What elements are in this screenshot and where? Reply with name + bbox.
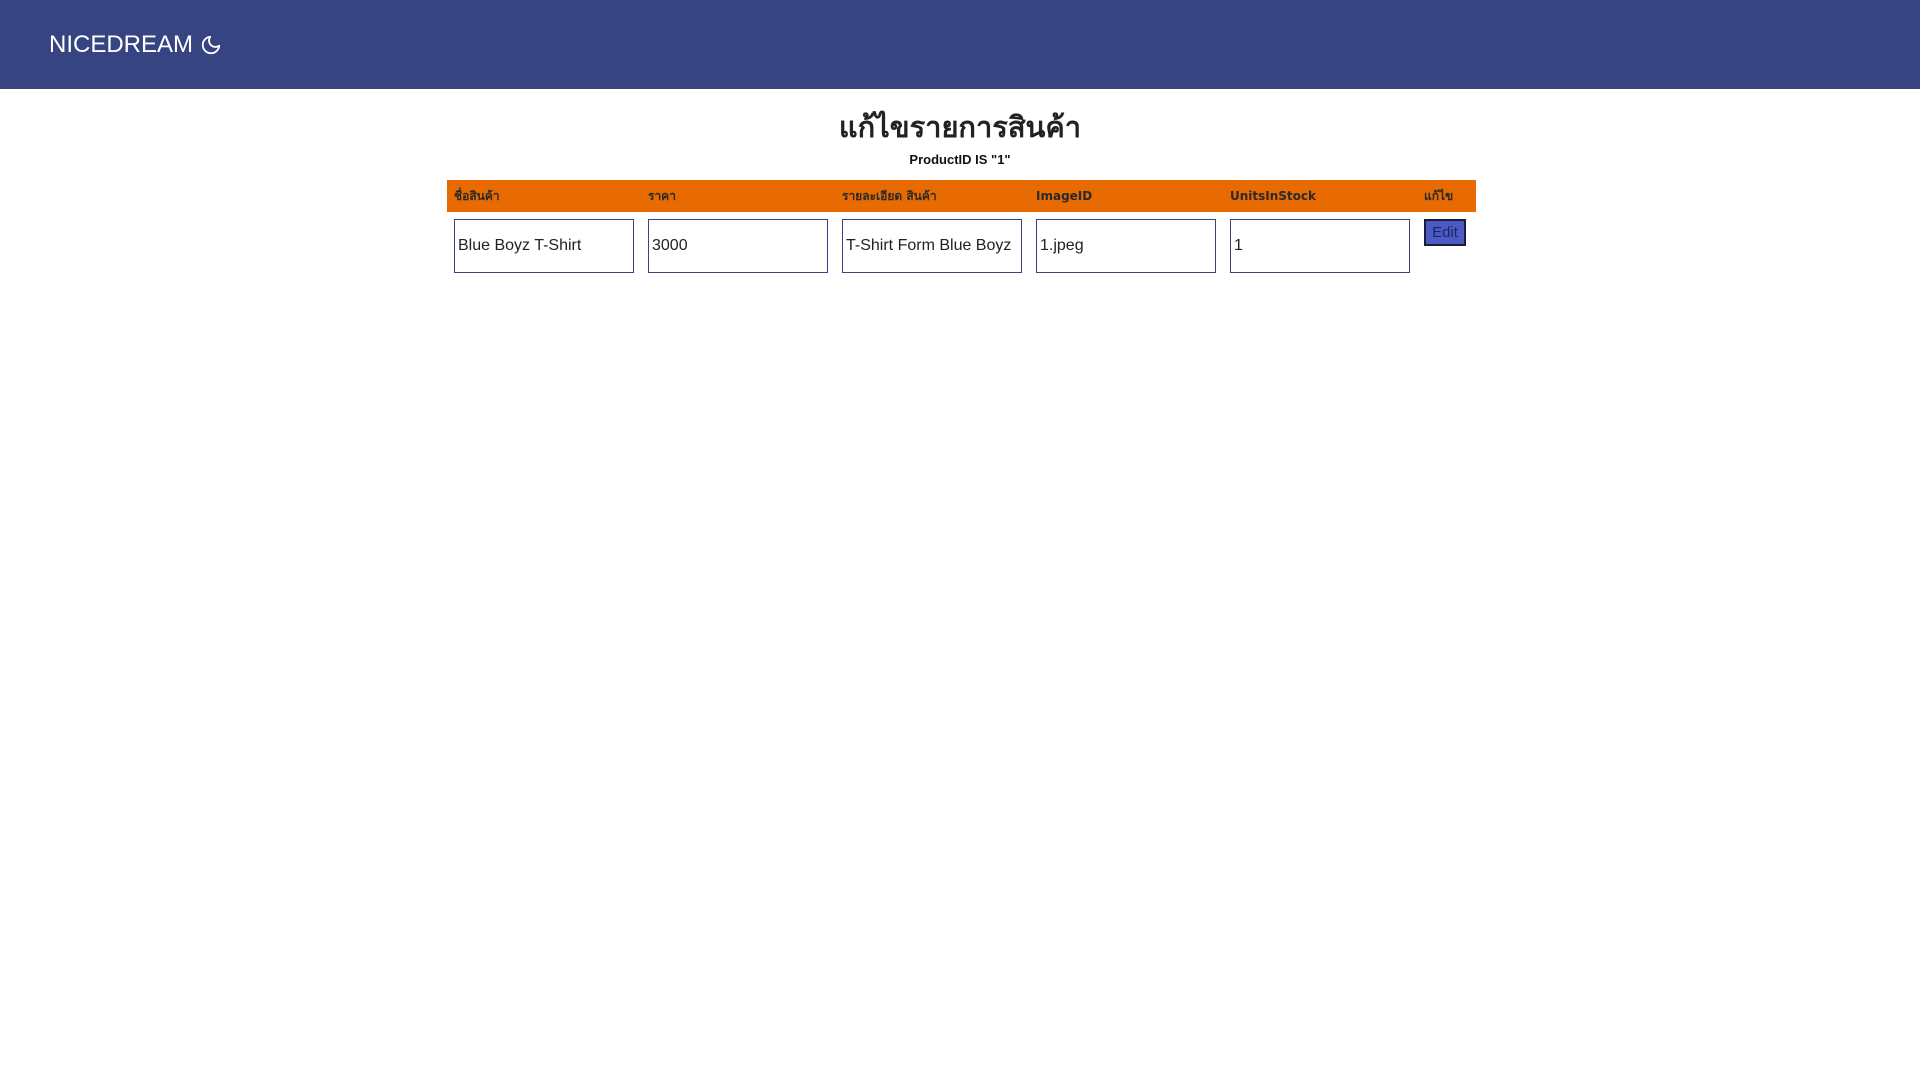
price-input[interactable]: [648, 219, 828, 273]
header-edit: แก้ไข: [1417, 180, 1476, 212]
table-header-row: ชื่อสินค้า ราคา รายละเอียด สินค้า ImageI…: [447, 180, 1476, 212]
header-price: ราคา: [641, 180, 835, 212]
description-input[interactable]: [842, 219, 1022, 273]
header-description: รายละเอียด สินค้า: [835, 180, 1029, 212]
navbar: NICEDREAM: [0, 0, 1920, 89]
header-image-id: ImageID: [1029, 180, 1223, 212]
product-id-label: ProductID IS "1": [909, 152, 1011, 167]
header-product-name: ชื่อสินค้า: [447, 180, 641, 212]
edit-button[interactable]: Edit: [1424, 219, 1466, 246]
brand-name: NICEDREAM: [49, 30, 194, 58]
page-title: แก้ไขรายการสินค้า: [838, 110, 1082, 144]
brand-link[interactable]: NICEDREAM: [49, 31, 222, 59]
moon-icon: [201, 35, 221, 54]
product-edit-table: ชื่อสินค้า ราคา รายละเอียด สินค้า ImageI…: [447, 180, 1476, 273]
units-in-stock-input[interactable]: [1230, 219, 1410, 273]
product-name-input[interactable]: [454, 219, 634, 273]
header-units-in-stock: UnitsInStock: [1223, 180, 1417, 212]
table-row: Edit: [447, 212, 1476, 273]
image-id-input[interactable]: [1036, 219, 1216, 273]
